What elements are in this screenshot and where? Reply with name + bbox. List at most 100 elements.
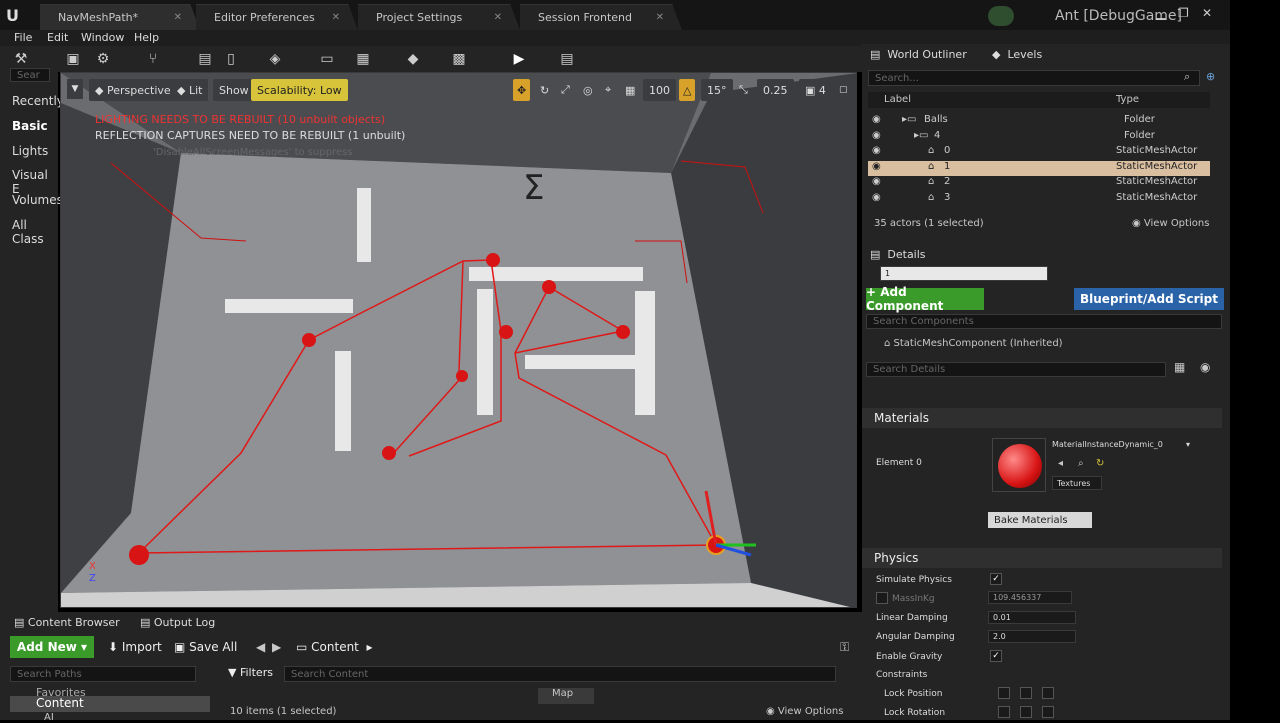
mass-field[interactable]: 109.456337 [988,591,1072,604]
rotation-snap-icon[interactable]: △ [679,79,696,101]
back-icon[interactable]: ◀ [256,640,265,654]
column-label[interactable]: Label [884,94,911,105]
outliner-row-3[interactable]: ◉ ⌂ 3 StaticMeshActor [868,192,1210,207]
rotate-icon[interactable]: ↻ [536,79,553,101]
camera-speed[interactable]: ▣ 4 [799,79,832,101]
column-type[interactable]: Type [1116,94,1139,105]
compile-icon[interactable]: ◆ [404,50,422,68]
filters-button[interactable]: ▼ Filters [228,666,273,679]
grid-snap-icon[interactable]: ▦ [621,79,639,101]
search-details-input[interactable]: Search Details [866,362,1166,377]
tree-ai[interactable]: AI [44,712,54,723]
category-basic[interactable]: Basic [12,119,48,133]
close-icon[interactable]: ✕ [174,12,182,23]
search-content-input[interactable]: Search Content [284,666,836,682]
eye-icon[interactable]: ◉ [872,192,881,203]
tab-levels[interactable]: ◆ Levels [992,44,1072,64]
search-components-input[interactable]: Search Components [866,314,1222,329]
maximize-viewport-icon[interactable]: ▢ [839,79,848,101]
cinematics-icon[interactable]: ▭ [318,50,336,68]
menu-help[interactable]: Help [134,30,159,46]
eye-icon[interactable]: ◉ [1200,360,1210,374]
rotation-snap-value[interactable]: 15° [701,79,733,101]
angular-damping-field[interactable]: 2.0 [988,630,1076,643]
menu-window[interactable]: Window [81,30,124,46]
bake-materials-button[interactable]: Bake Materials [988,512,1092,528]
tab-content-browser[interactable]: ▤ Content Browser [14,612,120,632]
mass-override-checkbox[interactable] [876,592,888,604]
blueprint-add-script-button[interactable]: Blueprint/Add Script [1074,288,1224,310]
lock-position-y[interactable] [1020,687,1032,699]
grid-size[interactable]: 100 [643,79,676,101]
linear-damping-field[interactable]: 0.01 [988,611,1076,624]
import-button[interactable]: ⬇ Import [108,640,162,654]
category-lights[interactable]: Lights [12,144,48,158]
scalability-button[interactable]: Scalability: Low [251,79,348,101]
save-icon[interactable]: ▣ [64,50,82,68]
content-view-options[interactable]: ◉ View Options [766,706,843,717]
perspective-button[interactable]: ◆ Perspective [89,79,177,101]
settings-icon[interactable]: ▯ [222,50,240,68]
search-paths-input[interactable]: Search Paths [10,666,196,682]
close-window-icon[interactable]: ✕ [1202,6,1212,20]
outliner-row-2[interactable]: ◉ ⌂ 2 StaticMeshActor [868,176,1210,191]
eye-icon[interactable]: ◉ [872,145,881,156]
scale-snap-icon[interactable]: ⤡ [735,79,752,101]
outliner-row-0[interactable]: ◉ ⌂ 0 StaticMeshActor [868,145,1210,160]
category-visual-effects[interactable]: Visual E [12,168,58,196]
eye-icon[interactable]: ◉ [872,130,881,141]
content-icon[interactable]: ⑂ [144,50,162,68]
eye-icon[interactable]: ◉ [872,176,881,187]
close-icon[interactable]: ✕ [332,12,340,23]
materials-section[interactable]: Materials [862,408,1222,428]
tree-content-row[interactable]: Content [10,696,210,712]
feedback-icon[interactable] [988,6,1014,26]
outliner-search-input[interactable]: Search... [868,70,1200,86]
play-icon[interactable]: ▶ [510,50,528,68]
save-all-button[interactable]: ▣ Save All [174,640,237,654]
marketplace-icon[interactable]: ▤ [196,50,214,68]
eye-icon[interactable]: ◉ [872,161,881,172]
outliner-view-options[interactable]: ◉ View Options [1132,218,1209,229]
source-control-icon[interactable]: ⚙ [94,50,112,68]
category-all-classes[interactable]: All Class [12,218,58,246]
lock-position-z[interactable] [1042,687,1054,699]
browse-icon[interactable]: ⌕ [1078,458,1084,469]
tab-project-settings[interactable]: Project Settings ✕ [358,4,520,30]
tab-session-frontend[interactable]: Session Frontend ✕ [520,4,682,30]
close-icon[interactable]: ✕ [494,12,502,23]
asset-map[interactable]: Map [538,688,594,704]
modes-icon[interactable]: ⚒ [12,50,30,68]
menu-edit[interactable]: Edit [47,30,68,46]
lock-rotation-z[interactable] [1042,706,1054,718]
category-recently[interactable]: Recently [12,94,64,108]
world-local-icon[interactable]: ◎ [579,79,597,101]
tab-details[interactable]: ▤ Details [870,244,970,264]
material-dropdown[interactable]: MaterialInstanceDynamic_0 ▾ [1052,440,1192,454]
add-component-button[interactable]: + Add Component [866,285,984,313]
constraints-label[interactable]: Constraints [876,670,927,680]
minimize-icon[interactable]: ▁ [1156,6,1165,20]
eye-icon[interactable]: ◉ [872,114,881,125]
blueprints-icon[interactable]: ◈ [266,50,284,68]
property-matrix-icon[interactable]: ▦ [1174,360,1185,374]
add-filter-icon[interactable]: ⊕ [1206,70,1215,83]
scale-icon[interactable]: ⤢ [557,79,574,101]
viewport-options-icon[interactable]: ▼ [67,79,83,99]
launch-icon[interactable]: ▤ [558,50,576,68]
scale-snap-value[interactable]: 0.25 [757,79,794,101]
physics-section[interactable]: Physics [862,548,1222,568]
lock-rotation-y[interactable] [1020,706,1032,718]
tab-navmeshpath[interactable]: NavMeshPath* ✕ [40,4,200,30]
outliner-row-4[interactable]: ◉ ▸▭ 4 Folder [868,130,1210,145]
enable-gravity-checkbox[interactable]: ✓ [990,650,1002,662]
forward-icon[interactable]: ▶ [272,640,281,654]
tab-editor-preferences[interactable]: Editor Preferences ✕ [196,4,358,30]
lock-rotation-x[interactable] [998,706,1010,718]
build-icon[interactable]: ▦ [354,50,372,68]
path-breadcrumb[interactable]: ▭ Content ▸ [296,640,373,654]
add-new-button[interactable]: Add New ▾ [10,636,94,658]
simulate-physics-checkbox[interactable]: ✓ [990,573,1002,585]
place-search-input[interactable]: Sear [10,68,50,82]
maximize-icon[interactable]: ❐ [1178,6,1189,20]
